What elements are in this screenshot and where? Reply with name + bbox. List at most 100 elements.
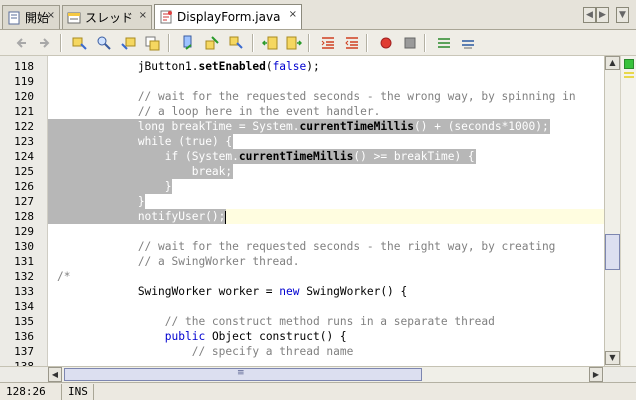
- scroll-up-button[interactable]: ▲: [605, 56, 620, 70]
- start-macro-icon[interactable]: [378, 35, 394, 51]
- tab-label: スレッド: [85, 11, 134, 25]
- editor-toolbar: [0, 30, 636, 56]
- toolbar-separator: [252, 34, 254, 52]
- code-text: jButton1.setEnabled(false);: [57, 60, 320, 73]
- diff-icon[interactable]: [460, 35, 476, 51]
- tab-threads[interactable]: スレッド ×: [62, 5, 152, 29]
- shift-left-icon[interactable]: [261, 35, 278, 51]
- code-text: // a SwingWorker thread.: [57, 255, 300, 268]
- scroll-tabs-left-button[interactable]: ◀: [583, 7, 596, 23]
- status-bar: 128:26 INS: [0, 382, 636, 400]
- toolbar-separator: [60, 34, 62, 52]
- tab-label: 開始: [25, 11, 50, 25]
- code-line[interactable]: // specify a thread name: [0, 344, 604, 359]
- code-line[interactable]: // a loop here in the event handler.: [0, 104, 604, 119]
- no-errors-indicator[interactable]: [624, 59, 634, 69]
- code-line[interactable]: break;: [0, 164, 604, 179]
- scroll-left-button[interactable]: ◀: [48, 367, 62, 382]
- text-caret: [225, 210, 227, 224]
- code-line[interactable]: public Object construct() {: [0, 329, 604, 344]
- vertical-scroll-thumb[interactable]: [605, 234, 620, 270]
- code-text: // wait for the requested seconds - the …: [57, 90, 576, 103]
- forward-icon[interactable]: [36, 35, 52, 51]
- toolbar-separator: [424, 34, 426, 52]
- code-line[interactable]: long breakTime = System.currentTimeMilli…: [0, 119, 604, 134]
- vertical-scrollbar[interactable]: ▲ ▼: [604, 56, 620, 366]
- code-line[interactable]: }: [0, 179, 604, 194]
- horizontal-scrollbar[interactable]: ◀ ≡ ▶: [48, 366, 604, 382]
- stripe-mark[interactable]: [624, 72, 634, 74]
- code-text: /*: [57, 270, 71, 283]
- insert-mode: INS: [62, 384, 94, 400]
- grip-icon: ≡: [237, 368, 245, 378]
- scroll-right-button[interactable]: ▶: [589, 367, 603, 382]
- scrollbar-corner-right: [604, 366, 636, 382]
- code-line[interactable]: // wait for the requested seconds - the …: [0, 89, 604, 104]
- close-icon[interactable]: ×: [139, 10, 147, 21]
- document-icon: [7, 11, 21, 25]
- code-line[interactable]: while (true) {: [0, 134, 604, 149]
- tab-navigation: ◀ ▶: [583, 7, 609, 23]
- code-text: // wait for the requested seconds - the …: [57, 240, 556, 253]
- error-stripe[interactable]: [620, 56, 636, 366]
- code-text: if (System.currentTimeMillis() >= breakT…: [164, 150, 475, 163]
- code-line[interactable]: [0, 299, 604, 314]
- close-icon[interactable]: ×: [289, 9, 297, 20]
- tab-list-dropdown-button[interactable]: ▼: [616, 7, 629, 23]
- code-editor[interactable]: 118 119 120 121 122 123 124 125 126 127 128 129 130 1…: [0, 56, 604, 366]
- toolbar-separator: [366, 34, 368, 52]
- code-line[interactable]: // wait for the requested seconds - the …: [0, 239, 604, 254]
- code-line[interactable]: // a SwingWorker thread.: [0, 254, 604, 269]
- code-line[interactable]: jButton1.setEnabled(false);: [0, 59, 604, 74]
- code-text: break;: [191, 165, 233, 178]
- scrollbar-corner-left: [0, 366, 48, 382]
- java-file-icon: [159, 10, 173, 24]
- window-icon: [67, 11, 81, 25]
- code-text: // the construct method runs in a separa…: [57, 315, 495, 328]
- format-icon[interactable]: [436, 35, 452, 51]
- code-line[interactable]: notifyUser();: [0, 209, 604, 224]
- toggle-bookmark-icon[interactable]: [228, 35, 244, 51]
- code-text: }: [57, 180, 172, 193]
- toggle-highlight-icon[interactable]: [144, 35, 160, 51]
- code-line[interactable]: if (System.currentTimeMillis() >= breakT…: [0, 149, 604, 164]
- toolbar-separator: [308, 34, 310, 52]
- code-line[interactable]: }: [0, 194, 604, 209]
- code-text: long breakTime = System.currentTimeMilli…: [137, 120, 549, 133]
- code-text: public Object construct() {: [164, 330, 347, 343]
- code-text: }: [57, 195, 145, 208]
- next-bookmark-icon[interactable]: [204, 35, 220, 51]
- code-line[interactable]: [0, 359, 604, 366]
- code-line[interactable]: [0, 224, 604, 239]
- code-text: SwingWorker worker = new SwingWorker() {: [57, 285, 408, 298]
- shift-right-icon[interactable]: [286, 35, 303, 51]
- code-text: while (true) {: [137, 135, 233, 148]
- previous-bookmark-icon[interactable]: [180, 35, 196, 51]
- uncomment-icon[interactable]: [344, 35, 360, 51]
- cursor-position: 128:26: [0, 384, 62, 400]
- toolbar-separator: [168, 34, 170, 52]
- code-text: notifyUser();: [57, 210, 227, 224]
- comment-icon[interactable]: [320, 35, 336, 51]
- ide-window: 開始 × スレッド × DisplayForm.java × ◀ ▶ ▼ 118…: [0, 0, 636, 400]
- tab-displayform-java[interactable]: DisplayForm.java ×: [154, 4, 302, 29]
- scroll-down-button[interactable]: ▼: [605, 351, 620, 365]
- back-icon[interactable]: [14, 35, 30, 51]
- horizontal-scroll-thumb[interactable]: ≡: [64, 368, 422, 381]
- tab-start[interactable]: 開始 ×: [2, 5, 60, 29]
- close-icon[interactable]: ×: [47, 10, 55, 21]
- stripe-mark[interactable]: [624, 76, 634, 78]
- find-previous-icon[interactable]: [72, 35, 88, 51]
- code-line[interactable]: SwingWorker worker = new SwingWorker() {: [0, 284, 604, 299]
- code-line[interactable]: // the construct method runs in a separa…: [0, 314, 604, 329]
- code-line[interactable]: [0, 74, 604, 89]
- find-icon[interactable]: [96, 35, 112, 51]
- scroll-tabs-right-button[interactable]: ▶: [596, 7, 609, 23]
- find-next-icon[interactable]: [120, 35, 136, 51]
- code-text: // a loop here in the event handler.: [57, 105, 381, 118]
- tab-label: DisplayForm.java: [177, 10, 281, 24]
- code-text: // specify a thread name: [57, 345, 354, 358]
- code-line[interactable]: /*: [0, 269, 604, 284]
- tab-list: ▼: [616, 7, 629, 23]
- stop-macro-icon[interactable]: [402, 35, 418, 51]
